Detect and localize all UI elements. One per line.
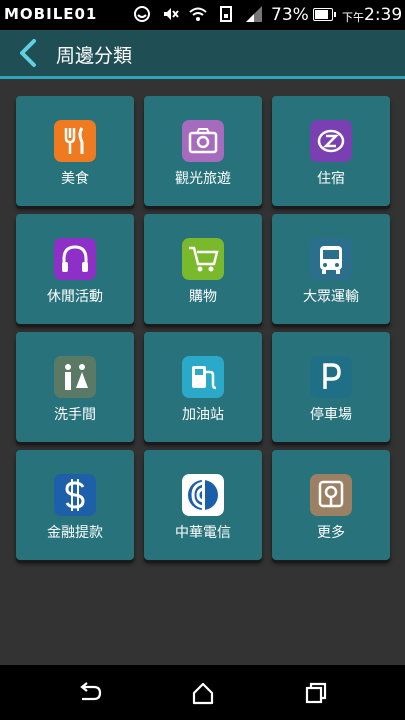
category-tile-more[interactable]: 更多 — [272, 450, 390, 560]
category-tile-food[interactable]: 美食 — [16, 96, 134, 206]
battery-icon — [313, 8, 336, 21]
category-tile-sightseeing[interactable]: 觀光旅遊 — [144, 96, 262, 206]
category-tile-chunghwa-telecom[interactable]: 中華電信 — [144, 450, 262, 560]
category-label: 洗手間 — [54, 407, 96, 423]
dollar-icon — [54, 474, 96, 516]
sim-icon — [220, 6, 232, 22]
category-label: 中華電信 — [175, 525, 231, 541]
restroom-icon — [54, 356, 96, 398]
category-tile-parking[interactable]: 停車場 — [272, 332, 390, 442]
home-icon[interactable] — [189, 679, 217, 707]
headphones-icon — [54, 238, 96, 280]
fork-knife-icon — [54, 120, 96, 162]
category-tile-atm[interactable]: 金融提款 — [16, 450, 134, 560]
mute-icon — [164, 8, 179, 20]
category-label: 美食 — [61, 171, 89, 187]
category-label: 住宿 — [317, 171, 345, 187]
category-label: 停車場 — [310, 407, 352, 423]
category-grid: 美食 觀光旅遊 住宿 休閒活動 購物 大眾運輸 洗手間 加油站 停車場 金融提款… — [16, 96, 390, 560]
map-pin-icon — [310, 474, 352, 516]
app-header: 周邊分類 — [0, 30, 405, 79]
status-icons — [132, 4, 264, 24]
chunghwa-telecom-logo-icon — [182, 474, 224, 516]
brand-watermark: MOBILE01 — [4, 5, 98, 23]
category-tile-gas-station[interactable]: 加油站 — [144, 332, 262, 442]
back-icon[interactable] — [76, 679, 104, 707]
category-label: 休閒活動 — [47, 289, 103, 305]
category-tile-lodging[interactable]: 住宿 — [272, 96, 390, 206]
sleep-z-icon — [310, 120, 352, 162]
category-label: 觀光旅遊 — [175, 171, 231, 187]
time-ampm: 下午 — [342, 11, 364, 24]
battery-percent: 73% — [271, 5, 309, 25]
category-label: 加油站 — [182, 407, 224, 423]
bus-icon — [310, 238, 352, 280]
clock-time: 2:39 — [364, 5, 403, 25]
back-chevron-icon[interactable] — [14, 38, 44, 68]
category-tile-shopping[interactable]: 購物 — [144, 214, 262, 324]
navigation-bar — [0, 665, 405, 720]
parking-icon — [310, 356, 352, 398]
smiley-icon — [134, 6, 150, 22]
category-tile-restroom[interactable]: 洗手間 — [16, 332, 134, 442]
status-bar: MOBILE01 73% 下午 2:39 — [0, 0, 405, 30]
gas-pump-icon — [182, 356, 224, 398]
category-label: 金融提款 — [47, 525, 103, 541]
wifi-icon — [189, 7, 207, 21]
signal-icon — [246, 6, 262, 22]
category-tile-leisure[interactable]: 休閒活動 — [16, 214, 134, 324]
category-tile-transit[interactable]: 大眾運輸 — [272, 214, 390, 324]
shopping-cart-icon — [182, 238, 224, 280]
category-label: 購物 — [189, 289, 217, 305]
category-label: 大眾運輸 — [303, 289, 359, 305]
category-label: 更多 — [317, 525, 345, 541]
camera-icon — [182, 120, 224, 162]
recents-icon[interactable] — [302, 679, 330, 707]
page-title: 周邊分類 — [56, 45, 133, 67]
